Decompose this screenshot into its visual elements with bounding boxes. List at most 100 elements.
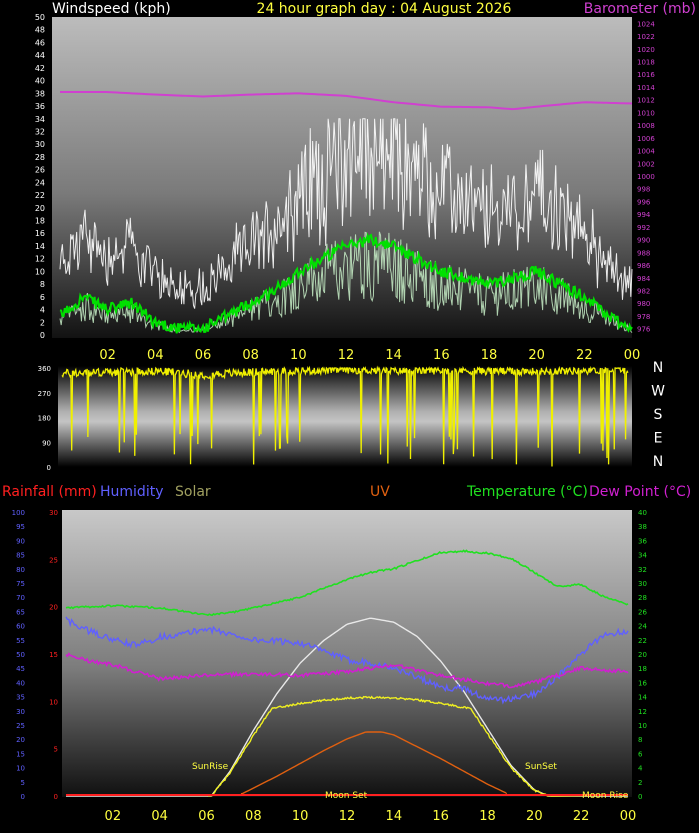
temperature-tick-label: 30 [638, 580, 647, 588]
climate-plot-area [62, 510, 632, 797]
compass-label: E [654, 431, 663, 447]
direction-tick-label: 90 [42, 439, 51, 447]
temperature-tick-label: 10 [638, 722, 647, 730]
humidity-tick-label: 10 [16, 765, 25, 773]
wind-tick-label: 40 [35, 77, 45, 86]
temperature-tick-label: 8 [638, 736, 642, 744]
wind-tick-label: 28 [35, 153, 45, 162]
barometer-tick-label: 998 [637, 186, 650, 194]
direction-tick-label: 0 [47, 464, 51, 472]
x-axis-top: 02 04 06 08 10 12 14 16 18 20 22 00 [99, 348, 640, 363]
x-tick-label: 04 [147, 348, 164, 363]
wind-tick-label: 12 [35, 255, 45, 264]
rain-tick-label: 0 [54, 793, 58, 801]
wind-tick-label: 46 [35, 38, 45, 47]
compass-label: N [653, 454, 663, 470]
barometer-tick-label: 990 [637, 237, 650, 245]
compass-labels: NWSEN [651, 360, 665, 470]
wind-tick-label: 18 [35, 217, 45, 226]
direction-tick-label: 360 [38, 365, 51, 373]
humidity-tick-label: 30 [16, 708, 25, 716]
wind-tick-label: 44 [35, 51, 45, 60]
x-tick-label: 10 [290, 348, 307, 363]
x-tick-label: 16 [432, 809, 449, 824]
wind-tick-label: 10 [35, 267, 45, 276]
barometer-tick-label: 988 [637, 249, 650, 257]
humidity-tick-label: 0 [21, 793, 25, 801]
direction-tick-label: 270 [38, 390, 51, 398]
wind-tick-label: 48 [35, 26, 45, 35]
barometer-tick-label: 1014 [637, 84, 655, 92]
wind-tick-label: 14 [35, 242, 45, 251]
graph-title: 24 hour graph day : 04 August 2026 [257, 1, 512, 17]
x-tick-label: 06 [198, 809, 215, 824]
wind-tick-label: 8 [40, 280, 45, 289]
wind-tick-label: 38 [35, 89, 45, 98]
humidity-tick-label: 20 [16, 736, 25, 744]
rain-tick-label: 15 [49, 651, 58, 659]
wind-tick-label: 16 [35, 229, 45, 238]
moon-set-label: Moon Set [325, 791, 368, 801]
x-tick-label: 10 [292, 809, 309, 824]
rain-tick-label: 10 [49, 698, 58, 706]
legend-solar: Solar [175, 484, 211, 500]
wind-axis-title: Windspeed (kph) [52, 1, 171, 17]
temperature-tick-label: 16 [638, 679, 647, 687]
temperature-tick-label: 6 [638, 750, 643, 758]
x-tick-label: 14 [386, 809, 403, 824]
barometer-tick-label: 992 [637, 224, 650, 232]
humidity-tick-label: 95 [16, 523, 25, 531]
x-tick-label: 20 [528, 348, 545, 363]
humidity-tick-label: 60 [16, 623, 25, 631]
barometer-axis-title: Barometer (mb) [584, 1, 696, 17]
x-tick-label: 22 [576, 348, 593, 363]
legend-humidity: Humidity [100, 484, 163, 500]
x-tick-label: 06 [195, 348, 212, 363]
humidity-tick-label: 55 [16, 637, 25, 645]
moon-rise-label: Moon Rise [582, 791, 629, 801]
temperature-tick-label: 18 [638, 665, 647, 673]
wind-tick-label: 50 [35, 13, 45, 22]
x-tick-label: 14 [385, 348, 402, 363]
direction-y-axis: 0 90 180 270 360 [38, 365, 51, 472]
temperature-tick-label: 38 [638, 523, 647, 531]
barometer-tick-label: 1004 [637, 148, 655, 156]
barometer-tick-label: 986 [637, 262, 651, 270]
sunrise-label: SunRise [192, 762, 229, 772]
temperature-tick-label: 26 [638, 608, 647, 616]
legend-rainfall: Rainfall (mm) [2, 484, 97, 500]
temperature-tick-label: 14 [638, 694, 647, 702]
barometer-tick-label: 978 [637, 313, 650, 321]
barometer-tick-label: 982 [637, 287, 650, 295]
wind-tick-label: 2 [40, 318, 45, 327]
wind-tick-label: 42 [35, 64, 45, 73]
barometer-tick-label: 1002 [637, 160, 655, 168]
temperature-tick-label: 20 [638, 651, 647, 659]
humidity-tick-label: 50 [16, 651, 25, 659]
barometer-tick-label: 976 [637, 326, 651, 334]
barometer-tick-label: 1020 [637, 46, 655, 54]
barometer-tick-label: 1006 [637, 135, 655, 143]
temperature-tick-label: 4 [638, 765, 643, 773]
x-tick-label: 08 [245, 809, 262, 824]
temperature-tick-label: 32 [638, 566, 647, 574]
direction-plot-area [58, 366, 632, 467]
barometer-tick-label: 1018 [637, 59, 655, 67]
x-tick-label: 08 [242, 348, 259, 363]
barometer-tick-label: 984 [637, 275, 651, 283]
temperature-tick-label: 40 [638, 509, 647, 517]
humidity-tick-label: 15 [16, 750, 25, 758]
barometer-tick-label: 1012 [637, 97, 655, 105]
barometer-y-axis: 976 978 980 982 984 986 988 990 992 994 996 998 1000… [637, 20, 655, 333]
wind-tick-label: 4 [40, 306, 45, 315]
temperature-tick-label: 22 [638, 637, 647, 645]
barometer-tick-label: 1008 [637, 122, 655, 130]
temperature-tick-label: 28 [638, 594, 647, 602]
humidity-tick-label: 45 [16, 665, 25, 673]
barometer-tick-label: 1000 [637, 173, 655, 181]
barometer-tick-label: 1010 [637, 109, 655, 117]
rain-tick-label: 25 [49, 556, 58, 564]
compass-label: N [653, 360, 663, 376]
barometer-tick-label: 1024 [637, 20, 655, 28]
x-tick-label: 16 [433, 348, 450, 363]
